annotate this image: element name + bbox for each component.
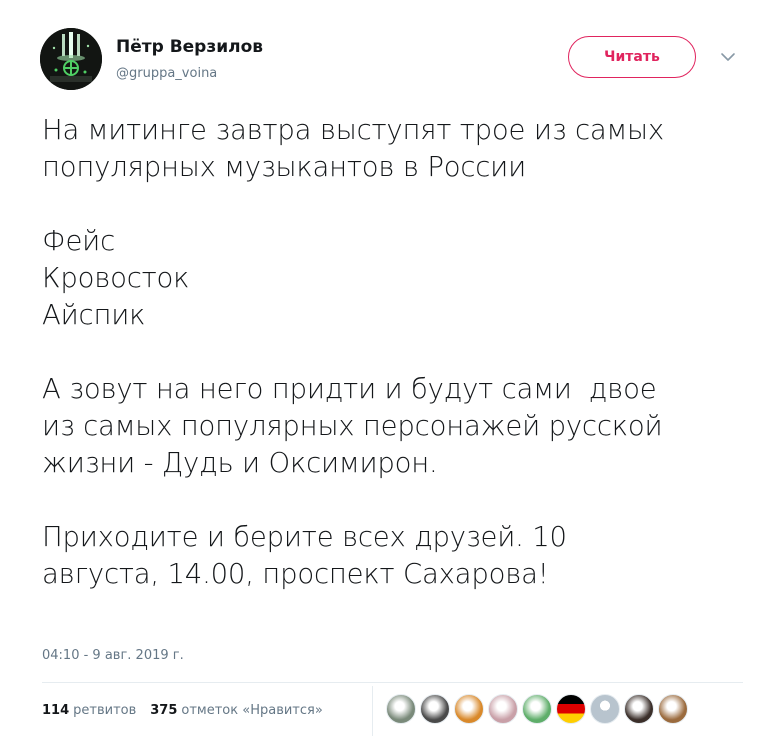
liker-avatar-default[interactable] <box>590 694 620 724</box>
likes-stat[interactable]: 375 отметок «Нравится» <box>150 703 323 718</box>
stats-divider <box>372 686 373 736</box>
liker-avatar-animal[interactable] <box>658 694 688 724</box>
retweets-stat[interactable]: 114 ретвитов <box>42 703 136 718</box>
retweets-label: ретвитов <box>73 703 137 718</box>
likes-label: отметок «Нравится» <box>181 703 323 718</box>
tweet-line: Кровосток <box>42 262 190 294</box>
divider-top <box>42 682 743 683</box>
tweet-line: из самых популярных персонажей русской <box>42 410 663 442</box>
author-name[interactable]: Пётр Верзилов <box>116 37 263 57</box>
avatar-image-icon <box>40 28 102 90</box>
tweet-line: Фейс <box>42 225 116 257</box>
likers-list <box>386 694 692 724</box>
author-handle[interactable]: @gruppa_voina <box>116 66 217 81</box>
liker-avatar-tiger[interactable] <box>454 694 484 724</box>
liker-avatar-green[interactable] <box>522 694 552 724</box>
likes-count: 375 <box>150 703 178 718</box>
retweets-count: 114 <box>42 703 70 718</box>
tweet-stats: 114 ретвитов 375 отметок «Нравится» <box>42 703 323 718</box>
liker-avatar-dark[interactable] <box>624 694 654 724</box>
liker-avatar-person[interactable] <box>386 694 416 724</box>
tweet-header: Пётр Верзилов @gruppa_voina Читать <box>40 28 743 92</box>
tweet-timestamp[interactable]: 04:10 - 9 авг. 2019 г. <box>42 648 184 663</box>
follow-button[interactable]: Читать <box>568 36 696 78</box>
tweet-line: Приходите и берите всех друзей. 10 <box>42 521 567 553</box>
tweet-line: популярных музыкантов в России <box>42 151 526 183</box>
author-avatar[interactable] <box>40 28 102 90</box>
tweet-line: А зовут на него придти и будут сами двое <box>42 373 657 405</box>
tweet-line: Айспик <box>42 299 146 331</box>
liker-avatar-badge[interactable] <box>488 694 518 724</box>
liker-avatar-germany[interactable] <box>556 694 586 724</box>
tweet-line: жизни - Дудь и Оксимирон. <box>42 447 438 479</box>
tweet-line: На митинге завтра выступят трое из самых <box>42 114 664 146</box>
liker-avatar-cat[interactable] <box>420 694 450 724</box>
tweet-text: На митинге завтра выступят трое из самых… <box>42 112 742 593</box>
tweet-line: августа, 14.00, проспект Сахарова! <box>42 558 549 590</box>
chevron-down-icon[interactable] <box>719 48 737 66</box>
